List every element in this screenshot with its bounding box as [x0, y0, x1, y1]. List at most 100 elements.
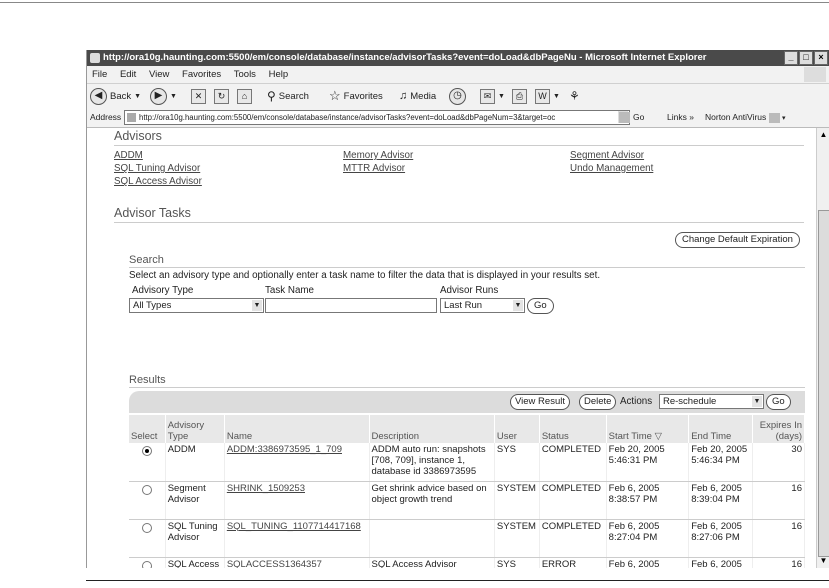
print-button[interactable]: ⎙: [512, 88, 527, 104]
col-user[interactable]: User: [494, 415, 540, 443]
maximize-button[interactable]: □: [799, 51, 813, 65]
search-instructions: Select an advisory type and optionally e…: [129, 270, 601, 281]
select-radio[interactable]: [141, 560, 152, 568]
table-row: SQL Tuning Advisor SQL_TUNING_1107714417…: [129, 519, 806, 558]
norton-icon: [768, 112, 780, 123]
link-sql-tuning-advisor[interactable]: SQL Tuning Advisor: [114, 163, 200, 174]
col-status[interactable]: Status: [539, 415, 607, 443]
actions-select[interactable]: Re-schedule ▼: [659, 394, 764, 409]
menu-favorites[interactable]: Favorites: [182, 69, 221, 80]
task-name-link[interactable]: ADDM:3386973595_1_709: [227, 444, 342, 455]
links-label: Links: [667, 112, 687, 122]
col-end-time[interactable]: End Time: [688, 415, 753, 443]
stop-button[interactable]: ✕: [191, 88, 206, 104]
menu-help[interactable]: Help: [269, 69, 289, 80]
advisor-runs-select[interactable]: Last Run ▼: [440, 298, 525, 313]
col-advisory-type[interactable]: Advisory Type: [165, 415, 225, 443]
advisors-rule: [114, 145, 804, 146]
link-sql-access-advisor[interactable]: SQL Access Advisor: [114, 176, 202, 187]
type-cell: SQL Tuning Advisor: [165, 519, 225, 558]
vertical-scrollbar[interactable]: ▲ ▼: [816, 128, 829, 568]
forward-button[interactable]: ▶ ▼: [150, 87, 177, 105]
task-name-link[interactable]: SQL_TUNING_1107714417168: [227, 521, 361, 532]
advisory-type-label: Advisory Type: [132, 285, 194, 296]
norton-antivirus-button[interactable]: Norton AntiVirus ▾: [705, 108, 786, 128]
messenger-icon: ⚘: [569, 89, 580, 103]
search-label: Search: [278, 90, 309, 102]
forward-dropdown-icon: ▼: [170, 92, 177, 100]
col-start-time[interactable]: Start Time ▽: [606, 415, 690, 443]
select-radio[interactable]: [141, 522, 152, 533]
favorites-button[interactable]: ☆ Favorites: [329, 88, 383, 104]
name-cell: SHRINK_1509253: [224, 481, 370, 520]
col-name[interactable]: Name: [224, 415, 370, 443]
start-time-cell: Feb 20, 2005 5:46:31 PM: [606, 443, 690, 482]
media-label: Media: [410, 90, 437, 102]
link-segment-advisor[interactable]: Segment Advisor: [570, 150, 644, 161]
advisory-type-select[interactable]: All Types ▼: [129, 298, 264, 313]
type-cell: ADDM: [165, 443, 225, 482]
search-heading: Search: [129, 254, 164, 266]
mail-button[interactable]: ✉ ▼: [480, 88, 505, 104]
user-cell: SYS: [494, 443, 540, 482]
forward-arrow-icon: ▶: [150, 87, 167, 105]
end-time-cell: Feb 20, 2005 5:46:34 PM: [688, 443, 753, 482]
task-name-link[interactable]: SHRINK_1509253: [227, 483, 305, 494]
link-undo-management[interactable]: Undo Management: [570, 163, 653, 174]
select-radio[interactable]: [141, 484, 152, 495]
task-name-link[interactable]: SQLACCESS1364357: [227, 559, 322, 569]
description-cell: Get shrink advice based on object growth…: [369, 481, 495, 520]
scroll-up-icon[interactable]: ▲: [818, 129, 829, 141]
home-button[interactable]: ⌂: [237, 88, 252, 104]
advisor-tasks-rule: [114, 222, 804, 223]
page-content: Advisors ADDM SQL Tuning Advisor SQL Acc…: [87, 128, 816, 568]
menu-view[interactable]: View: [149, 69, 169, 80]
history-button[interactable]: ◷: [449, 87, 466, 105]
view-result-button[interactable]: View Result: [510, 394, 570, 410]
scroll-down-icon[interactable]: ▼: [818, 555, 829, 567]
search-button[interactable]: ⚲ Search: [267, 88, 309, 104]
stop-icon: ✕: [191, 88, 206, 104]
window-controls: _ □ ×: [784, 51, 828, 65]
link-mttr-advisor[interactable]: MTTR Advisor: [343, 163, 405, 174]
col-expires[interactable]: Expires In (days): [752, 415, 806, 443]
results-header-row: Select Advisory Type Name Description Us…: [129, 415, 806, 443]
edit-button[interactable]: W ▼: [535, 88, 560, 104]
actions-label: Actions: [620, 396, 653, 407]
messenger-button[interactable]: ⚘: [569, 88, 580, 104]
select-radio[interactable]: [141, 446, 152, 456]
actions-go-button[interactable]: Go: [766, 394, 791, 410]
home-icon: ⌂: [237, 88, 252, 104]
minimize-button[interactable]: _: [784, 51, 798, 65]
window-title: http://ora10g.haunting.com:5500/em/conso…: [103, 52, 707, 63]
advisory-type-value: All Types: [133, 300, 172, 311]
menu-tools[interactable]: Tools: [234, 69, 256, 80]
media-button[interactable]: ♫ Media: [399, 88, 436, 104]
scroll-thumb[interactable]: [818, 210, 829, 557]
word-icon: W: [535, 88, 550, 104]
advisor-tasks-heading: Advisor Tasks: [114, 206, 191, 220]
menu-bar: File Edit View Favorites Tools Help: [87, 66, 829, 84]
links-button[interactable]: Links »: [667, 108, 694, 127]
name-cell: SQLACCESS1364357: [224, 557, 370, 569]
delete-button[interactable]: Delete: [579, 394, 617, 410]
close-button[interactable]: ×: [814, 51, 828, 65]
link-memory-advisor[interactable]: Memory Advisor: [343, 150, 413, 161]
address-url: http://ora10g.haunting.com:5500/em/conso…: [139, 113, 556, 122]
print-icon: ⎙: [512, 88, 527, 104]
change-default-expiration-button[interactable]: Change Default Expiration: [675, 232, 800, 248]
menu-edit[interactable]: Edit: [120, 69, 136, 80]
search-go-button[interactable]: Go: [527, 298, 554, 314]
task-name-input[interactable]: [265, 298, 437, 313]
refresh-button[interactable]: ↻: [214, 88, 229, 104]
link-addm[interactable]: ADDM: [114, 150, 143, 161]
col-description[interactable]: Description: [369, 415, 495, 443]
row-select-cell: [129, 519, 166, 558]
name-cell: ADDM:3386973595_1_709: [224, 443, 370, 482]
title-bar: http://ora10g.haunting.com:5500/em/conso…: [87, 50, 829, 66]
address-input[interactable]: http://ora10g.haunting.com:5500/em/conso…: [124, 110, 630, 125]
go-button[interactable]: Go: [619, 108, 644, 127]
description-cell: ADDM auto run: snapshots [708, 709], ins…: [369, 443, 495, 482]
menu-file[interactable]: File: [92, 69, 107, 80]
back-button[interactable]: ◀ Back ▼: [90, 87, 141, 105]
